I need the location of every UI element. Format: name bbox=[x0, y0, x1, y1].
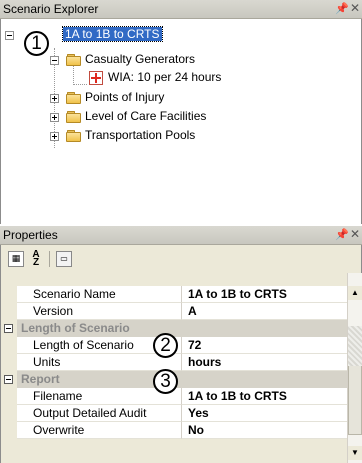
collapse-casualty-generators-icon[interactable] bbox=[50, 56, 59, 65]
property-row[interactable]: Filename 1A to 1B to CRTS bbox=[1, 388, 348, 405]
categorized-icon[interactable]: ▦ bbox=[8, 251, 24, 267]
tree-node-points-of-injury[interactable]: Points of Injury bbox=[85, 89, 164, 106]
tree-node-casualty-generators-label: Casualty Generators bbox=[85, 52, 196, 66]
property-value[interactable]: A bbox=[182, 303, 348, 320]
property-value[interactable]: 72 bbox=[182, 337, 348, 354]
tree-node-root-label[interactable]: 1A to 1B to CRTS bbox=[62, 26, 163, 42]
scenario-tree: 1A to 1B to CRTS Casualty Generators WIA… bbox=[0, 19, 362, 224]
tree-connector bbox=[73, 65, 74, 83]
property-value[interactable]: Yes bbox=[182, 405, 348, 422]
collapse-category-icon[interactable] bbox=[4, 375, 13, 384]
casualty-cross-icon bbox=[89, 71, 103, 85]
tree-node-wia-label: WIA: 10 per 24 hours bbox=[108, 70, 222, 84]
property-row[interactable]: Units hours bbox=[1, 354, 348, 371]
property-grid-scrollbar[interactable]: ▲ ▼ bbox=[347, 273, 362, 463]
expand-transportation-pools-icon[interactable] bbox=[50, 132, 59, 141]
property-name: Overwrite bbox=[17, 422, 182, 439]
expand-points-of-injury-icon[interactable] bbox=[50, 94, 59, 103]
tree-node-root[interactable]: 1A to 1B to CRTS bbox=[62, 26, 163, 43]
property-row[interactable]: Overwrite No bbox=[1, 422, 348, 439]
tree-node-transportation-pools-label: Transportation Pools bbox=[85, 128, 196, 142]
property-row[interactable]: Output Detailed Audit Yes bbox=[1, 405, 348, 422]
callout-2: 2 bbox=[153, 333, 178, 358]
properties-toolbar: ▦ AZ ▭ bbox=[0, 245, 362, 273]
close-icon[interactable]: ✕ bbox=[350, 227, 360, 241]
property-grid: Scenario Name 1A to 1B to CRTS Version A… bbox=[0, 273, 362, 463]
pin-icon[interactable]: 📌 bbox=[335, 228, 349, 241]
property-value[interactable]: 1A to 1B to CRTS bbox=[182, 286, 348, 303]
tree-connector bbox=[73, 84, 87, 85]
collapse-root-icon[interactable] bbox=[5, 31, 14, 40]
properties-titlebar: Properties 📌 ✕ bbox=[0, 226, 362, 245]
folder-icon bbox=[66, 130, 82, 142]
tree-node-transportation-pools[interactable]: Transportation Pools bbox=[85, 127, 195, 144]
property-name: Scenario Name bbox=[17, 286, 182, 303]
property-value[interactable]: No bbox=[182, 422, 348, 439]
sort-alphabetical-icon[interactable]: AZ bbox=[28, 250, 44, 268]
folder-icon bbox=[66, 92, 82, 104]
category-label: Report bbox=[17, 371, 348, 388]
property-value[interactable]: hours bbox=[182, 354, 348, 371]
scenario-explorer-titlebar: Scenario Explorer 📌 ✕ bbox=[0, 0, 362, 19]
folder-icon bbox=[66, 111, 82, 123]
tree-node-level-of-care[interactable]: Level of Care Facilities bbox=[85, 108, 206, 125]
property-value[interactable]: 1A to 1B to CRTS bbox=[182, 388, 348, 405]
property-name: Version bbox=[17, 303, 182, 320]
collapse-category-icon[interactable] bbox=[4, 324, 13, 333]
close-icon[interactable]: ✕ bbox=[350, 1, 360, 15]
property-row[interactable]: Version A bbox=[1, 303, 348, 320]
tree-node-casualty-generators[interactable]: Casualty Generators bbox=[85, 51, 195, 68]
callout-1: 1 bbox=[24, 31, 49, 56]
toolbar-divider bbox=[49, 251, 50, 267]
pin-icon[interactable]: 📌 bbox=[335, 2, 349, 15]
scenario-explorer-title: Scenario Explorer bbox=[3, 2, 99, 16]
scroll-up-icon[interactable]: ▲ bbox=[348, 286, 362, 300]
property-name: Units bbox=[17, 354, 182, 371]
category-label: Length of Scenario bbox=[17, 320, 348, 337]
scroll-down-icon[interactable]: ▼ bbox=[348, 446, 362, 460]
callout-3: 3 bbox=[153, 369, 178, 394]
tree-node-wia[interactable]: WIA: 10 per 24 hours bbox=[108, 69, 221, 86]
folder-icon bbox=[66, 54, 82, 66]
property-name: Output Detailed Audit bbox=[17, 405, 182, 422]
property-row[interactable]: Scenario Name 1A to 1B to CRTS bbox=[1, 286, 348, 303]
scrollbar-track-hatch bbox=[348, 326, 362, 366]
scroll-thumb[interactable] bbox=[348, 365, 362, 435]
property-pages-icon[interactable]: ▭ bbox=[56, 251, 72, 267]
tree-node-level-of-care-label: Level of Care Facilities bbox=[85, 109, 207, 123]
properties-title: Properties bbox=[3, 228, 58, 242]
category-row[interactable]: Length of Scenario bbox=[1, 320, 348, 337]
tree-node-points-of-injury-label: Points of Injury bbox=[85, 90, 165, 104]
expand-level-of-care-icon[interactable] bbox=[50, 113, 59, 122]
